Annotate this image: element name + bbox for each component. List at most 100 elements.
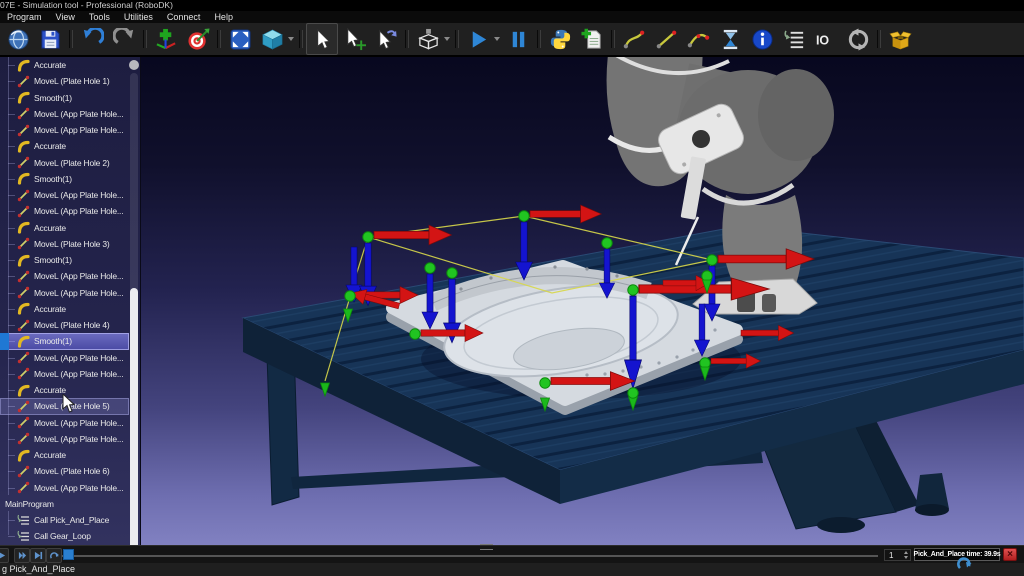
isometric-view-button[interactable]	[256, 23, 288, 55]
pallet-tool-dropdown[interactable]	[444, 37, 450, 41]
scrollbar-thumb[interactable]	[130, 288, 138, 545]
tree-item[interactable]: MoveL (Plate Hole 1)	[0, 73, 129, 89]
tree-item[interactable]: Smooth(1)	[0, 171, 129, 187]
tree-item[interactable]: Smooth(1)	[0, 90, 129, 106]
simulation-slider-handle[interactable]	[63, 549, 74, 560]
tree-item[interactable]: MoveL (App Plate Hole...	[0, 431, 129, 447]
splitter-grip[interactable]	[480, 544, 493, 550]
isometric-view-icon	[261, 28, 284, 51]
tree-item-label: MoveL (App Plate Hole...	[34, 190, 123, 200]
smooth-instruction-icon	[17, 172, 30, 185]
spinner-arrows[interactable]	[902, 550, 909, 560]
tree-item[interactable]: MoveL (App Plate Hole...	[0, 480, 129, 496]
tree-item[interactable]: MoveL (App Plate Hole...	[0, 268, 129, 284]
movel-instruction-icon	[17, 75, 30, 88]
show-instructions-button[interactable]	[746, 23, 778, 55]
fast-forward-button[interactable]	[14, 548, 30, 563]
tree-item[interactable]: Accurate	[0, 138, 129, 154]
tree-item[interactable]: MoveL (Plate Hole 3)	[0, 236, 129, 252]
tree-item[interactable]: MoveL (Plate Hole 2)	[0, 155, 129, 171]
menu-program[interactable]: Program	[0, 12, 49, 22]
close-timer-button[interactable]: ×	[1003, 548, 1017, 561]
tree-item[interactable]: Smooth(1)	[0, 252, 129, 268]
select-tool-button[interactable]	[306, 23, 338, 55]
menu-tools[interactable]: Tools	[82, 12, 117, 22]
add-python-program-icon	[549, 28, 572, 51]
svg-text:IO: IO	[815, 33, 828, 47]
tree-item-label: Call Gear_Loop	[34, 531, 91, 541]
tree-item-label: Smooth(1)	[34, 336, 72, 346]
tree-item[interactable]: MoveL (App Plate Hole...	[0, 415, 129, 431]
movel-instruction-icon	[17, 237, 30, 250]
menu-help[interactable]: Help	[207, 12, 240, 22]
skip-to-end-button[interactable]	[30, 548, 46, 563]
viewport-3d[interactable]	[141, 57, 1024, 545]
save-station-button[interactable]	[34, 23, 66, 55]
move-reference-tool-button[interactable]	[370, 23, 402, 55]
export-simulation-icon	[889, 28, 912, 51]
movel-instruction-button[interactable]	[650, 23, 682, 55]
fit-to-screen-icon	[229, 28, 252, 51]
run-simulation-dropdown[interactable]	[494, 37, 500, 41]
tree-item-label: MoveL (App Plate Hole...	[34, 369, 123, 379]
tree-item[interactable]: MoveL (App Plate Hole...	[0, 122, 129, 138]
set-io-instruction-button[interactable]: IO	[810, 23, 842, 55]
add-python-program-button[interactable]	[544, 23, 576, 55]
tree-item[interactable]: Accurate	[0, 57, 129, 73]
movel-instruction-icon	[17, 416, 30, 429]
tree-item[interactable]: MainProgram	[0, 496, 129, 512]
program-call-instruction-button[interactable]	[778, 23, 810, 55]
menu-view[interactable]: View	[49, 12, 82, 22]
tree-item-label: Accurate	[34, 60, 66, 70]
tree-item[interactable]: MoveL (App Plate Hole...	[0, 203, 129, 219]
tree-item[interactable]: MoveL (App Plate Hole...	[0, 187, 129, 203]
redo-button[interactable]	[108, 23, 140, 55]
tree-item[interactable]: MoveL (Plate Hole 6)	[0, 463, 129, 479]
add-program-button[interactable]	[576, 23, 608, 55]
tree-item[interactable]: Call Gear_Loop	[0, 528, 129, 544]
tree-item[interactable]: MoveL (Plate Hole 4)	[0, 317, 129, 333]
tree-item-label: MoveL (Plate Hole 1)	[34, 76, 110, 86]
tree-item-label: MoveL (Plate Hole 6)	[34, 466, 110, 476]
pallet-tool-icon	[417, 28, 440, 51]
menu-connect[interactable]: Connect	[160, 12, 208, 22]
add-target-tool-button[interactable]	[338, 23, 370, 55]
tree-item[interactable]: MoveL (App Plate Hole...	[0, 106, 129, 122]
run-simulation-button[interactable]	[462, 23, 494, 55]
pause-simulation-button[interactable]	[502, 23, 534, 55]
tree-item[interactable]: MoveL (App Plate Hole...	[0, 350, 129, 366]
pause-simulation-icon	[507, 28, 530, 51]
movel-instruction-icon	[17, 286, 30, 299]
isometric-view-dropdown[interactable]	[288, 37, 294, 41]
tree-item[interactable]: Accurate	[0, 301, 129, 317]
export-simulation-button[interactable]	[884, 23, 916, 55]
pallet-tool-button[interactable]	[412, 23, 444, 55]
fit-to-screen-button[interactable]	[224, 23, 256, 55]
movej-instruction-button[interactable]	[618, 23, 650, 55]
tree-item[interactable]: Accurate	[0, 447, 129, 463]
movec-instruction-icon	[687, 28, 710, 51]
open-online-library-button[interactable]	[2, 23, 34, 55]
add-reference-frame-button[interactable]	[150, 23, 182, 55]
play-button[interactable]	[0, 548, 9, 563]
movec-instruction-button[interactable]	[682, 23, 714, 55]
menu-utilities[interactable]: Utilities	[117, 12, 160, 22]
tree-item[interactable]: MoveL (App Plate Hole...	[0, 285, 129, 301]
tree-item[interactable]: Smooth(1)	[0, 333, 129, 349]
tree-item[interactable]: Call Pick_And_Place	[0, 512, 129, 528]
speed-spinner[interactable]: 1	[884, 549, 911, 561]
movel-instruction-icon	[17, 156, 30, 169]
tree-item-label: MoveL (App Plate Hole...	[34, 483, 123, 493]
undo-button[interactable]	[76, 23, 108, 55]
add-target-button[interactable]	[182, 23, 214, 55]
update-program-button[interactable]	[842, 23, 874, 55]
smooth-instruction-icon	[17, 384, 30, 397]
scrollbar-top-dot[interactable]	[129, 60, 139, 70]
redo-icon	[113, 28, 136, 51]
pause-instruction-button[interactable]	[714, 23, 746, 55]
loop-button[interactable]	[46, 548, 62, 563]
tree-item[interactable]: Accurate	[0, 220, 129, 236]
tree-item[interactable]: MoveL (App Plate Hole...	[0, 366, 129, 382]
pause-instruction-icon	[719, 28, 742, 51]
simulation-slider-track[interactable]	[62, 555, 878, 557]
